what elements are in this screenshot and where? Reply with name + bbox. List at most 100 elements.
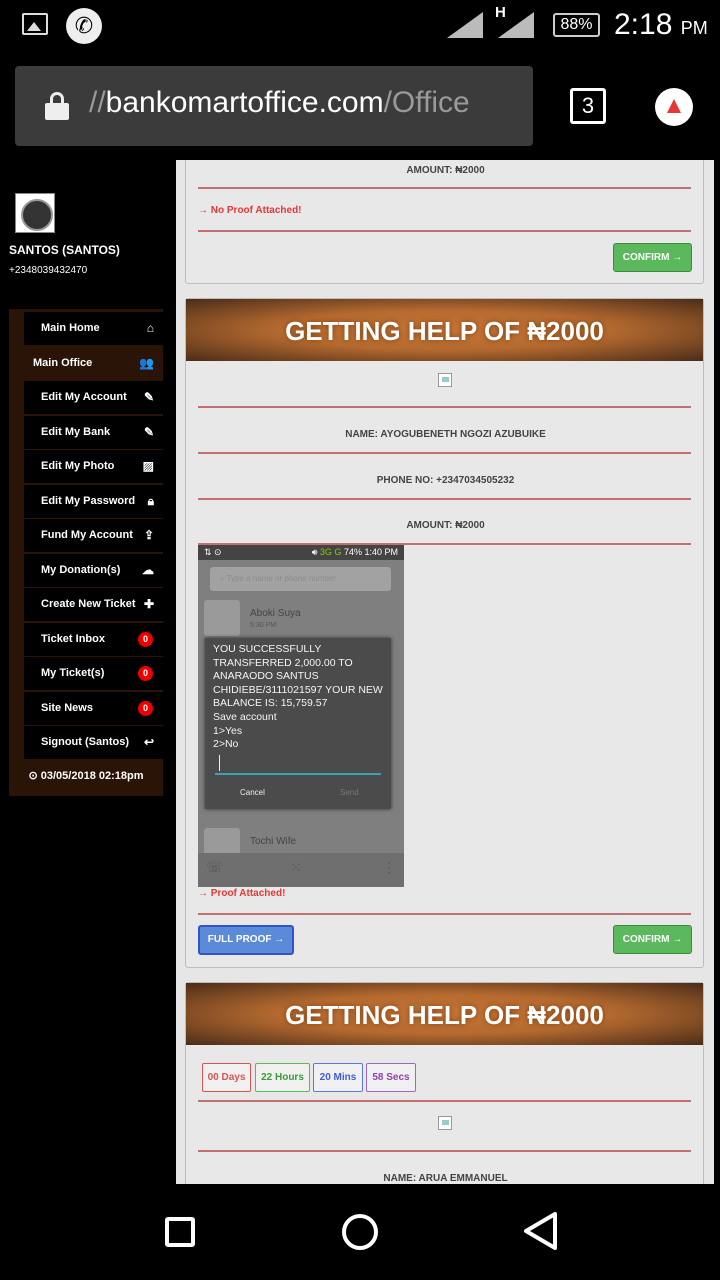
sidebar-item-main-office[interactable]: Main Office 👥 <box>9 346 163 380</box>
dialer-icon: ☏ <box>206 859 224 875</box>
help-card: GETTING HELP OF ₦2000 NAME: AYOGUBENETH … <box>185 298 704 968</box>
sidebar-item-main-home[interactable]: Main Home ⌂ <box>24 312 163 345</box>
count-badge: 0 <box>138 631 153 647</box>
user-phone: +2348039432470 <box>9 265 88 276</box>
phone-text: PHONE NO: +2347034505232 <box>376 475 515 486</box>
lock-icon <box>45 92 69 120</box>
sidebar-item-my-tickets[interactable]: My Ticket(s) 0 <box>24 657 163 690</box>
url-prefix: // <box>89 86 106 119</box>
card-title: GETTING HELP OF ₦2000 <box>186 299 703 361</box>
divider <box>198 230 691 232</box>
phone-call-icon: ✆ <box>66 8 102 44</box>
sidebar-item-edit-photo[interactable]: Edit My Photo ▨ <box>24 450 163 483</box>
amount-text: AMOUNT: ₦2000 <box>406 520 485 531</box>
screenshot-bottom-bar: ☏ ⁙ ⋮ <box>198 853 404 887</box>
sidebar-item-edit-bank[interactable]: Edit My Bank ✎ <box>24 415 163 449</box>
ussd-cancel: Cancel <box>240 788 265 797</box>
sidebar-item-donations[interactable]: My Donation(s) ☁ <box>24 553 163 587</box>
url-text[interactable]: //bankomartoffice.com/Office <box>89 86 470 120</box>
contact-name: Tochi Wife <box>250 836 297 847</box>
address-bar[interactable]: //bankomartoffice.com/Office <box>15 66 533 146</box>
ussd-input-line <box>215 773 381 775</box>
sidebar-item-label: Create New Ticket <box>41 598 136 610</box>
battery-indicator: 88% <box>553 13 600 37</box>
broken-image-icon <box>438 373 452 387</box>
timer-secs: 58 Secs <box>366 1063 416 1092</box>
divider <box>198 913 691 915</box>
help-card: AMOUNT: ₦2000 → No Proof Attached! CONFI… <box>185 160 704 284</box>
web-page: SANTOS (SANTOS) +2348039432470 Main Home… <box>0 160 720 1184</box>
screenshot-status-right: 🔊︎ 3G G 74% 1:40 PM <box>311 547 398 557</box>
navigation-bar <box>0 1184 720 1280</box>
sidebar-item-label: Edit My Password <box>41 494 136 507</box>
sidebar-item-site-news[interactable]: Site News 0 <box>24 691 163 725</box>
tab-switcher-button[interactable]: 3 <box>570 88 606 124</box>
sidebar-item-fund-account[interactable]: Fund My Account ⇪ <box>24 519 163 552</box>
clock-ampm: PM <box>680 18 708 38</box>
current-datetime: ⊙ 03/05/2018 02:18pm <box>9 761 163 792</box>
sidebar-item-signout[interactable]: Signout (Santos) ↩ <box>24 726 163 759</box>
avatar <box>15 193 55 233</box>
amount-text: AMOUNT: ₦2000 <box>406 165 485 176</box>
proof-screenshot[interactable]: ⇅ ⊙ 🔊︎ 3G G 74% 1:40 PM ⌕ Type a name or… <box>198 545 404 887</box>
signal-icon <box>447 12 483 38</box>
recents-button[interactable] <box>165 1217 195 1247</box>
ussd-message: YOU SUCCESSFULLY TRANSFERRED 2,000.00 TO… <box>213 643 383 751</box>
pencil-icon: ✎ <box>143 390 154 404</box>
proof-status: → Proof Attached! <box>198 888 286 899</box>
sidebar-item-label: Site News <box>41 701 93 714</box>
sidebar-item-label: Fund My Account <box>41 529 133 541</box>
screenshot-search-field: ⌕ Type a name or phone number <box>210 567 391 591</box>
confirm-button[interactable]: CONFIRM → <box>613 243 692 272</box>
signal-h-icon <box>498 12 534 38</box>
full-proof-button[interactable]: FULL PROOF → <box>198 925 294 955</box>
name-text: NAME: ARUA EMMANUEL <box>383 1173 508 1184</box>
upload-icon: ⇪ <box>143 528 154 542</box>
divider <box>198 452 691 454</box>
text-cursor <box>219 755 220 771</box>
lock-icon: 🔒︎ <box>147 493 154 508</box>
home-icon: ⌂ <box>146 321 154 335</box>
divider <box>198 406 691 408</box>
plus-icon: ✚ <box>143 597 154 611</box>
confirm-button[interactable]: CONFIRM → <box>613 925 692 954</box>
sidebar-item-edit-password[interactable]: Edit My Password 🔒︎ <box>24 484 163 518</box>
contact-time: 5:30 PM <box>250 622 277 629</box>
sidebar-item-create-ticket[interactable]: Create New Ticket ✚ <box>24 588 163 621</box>
help-card: GETTING HELP OF ₦2000 00 Days 22 Hours 2… <box>185 982 704 1184</box>
back-button[interactable] <box>521 1210 561 1252</box>
more-icon: ⋮ <box>382 859 396 875</box>
proof-status: → No Proof Attached! <box>198 205 302 216</box>
ussd-dialog: YOU SUCCESSFULLY TRANSFERRED 2,000.00 TO… <box>205 638 391 809</box>
broken-image-icon <box>438 1116 452 1130</box>
timer-hours: 22 Hours <box>255 1063 310 1092</box>
sidebar-item-edit-account[interactable]: Edit My Account ✎ <box>24 381 163 414</box>
upload-icon[interactable]: ▲ <box>655 88 693 126</box>
sidebar-item-label: My Donation(s) <box>41 563 121 576</box>
home-button[interactable] <box>342 1214 378 1250</box>
timer-days: 00 Days <box>202 1063 251 1092</box>
sidebar-menu: Main Home ⌂ Main Office 👥 Edit My Account ✎… <box>9 309 163 796</box>
sidebar-item-label: Edit My Bank <box>41 425 111 438</box>
contact-avatar <box>204 600 240 636</box>
sidebar-item-label: Signout (Santos) <box>41 736 129 748</box>
contact-name: Aboki Suya <box>250 608 301 619</box>
count-badge: 0 <box>138 700 153 716</box>
divider <box>198 1100 691 1102</box>
sidebar-item-label: My Ticket(s) <box>41 667 105 679</box>
count-badge: 0 <box>138 666 153 681</box>
sidebar-item-ticket-inbox[interactable]: Ticket Inbox 0 <box>24 622 163 656</box>
sidebar: SANTOS (SANTOS) +2348039432470 Main Home… <box>0 160 172 1184</box>
pencil-icon: ✎ <box>143 424 154 439</box>
timer-mins: 20 Mins <box>313 1063 363 1092</box>
sidebar-item-label: Edit My Photo <box>41 460 115 472</box>
url-path: /Office <box>383 86 470 119</box>
clock: 2:18 PM <box>614 8 708 42</box>
status-bar: ✆ H 88% 2:18 PM <box>0 0 720 52</box>
sidebar-item-label: Main Home <box>41 322 100 334</box>
reply-icon: ↩ <box>143 735 154 749</box>
card-title: GETTING HELP OF ₦2000 <box>186 983 703 1045</box>
clock-icon: ⊙ <box>28 769 38 782</box>
divider <box>198 1150 691 1152</box>
user-name: SANTOS (SANTOS) <box>9 243 120 257</box>
